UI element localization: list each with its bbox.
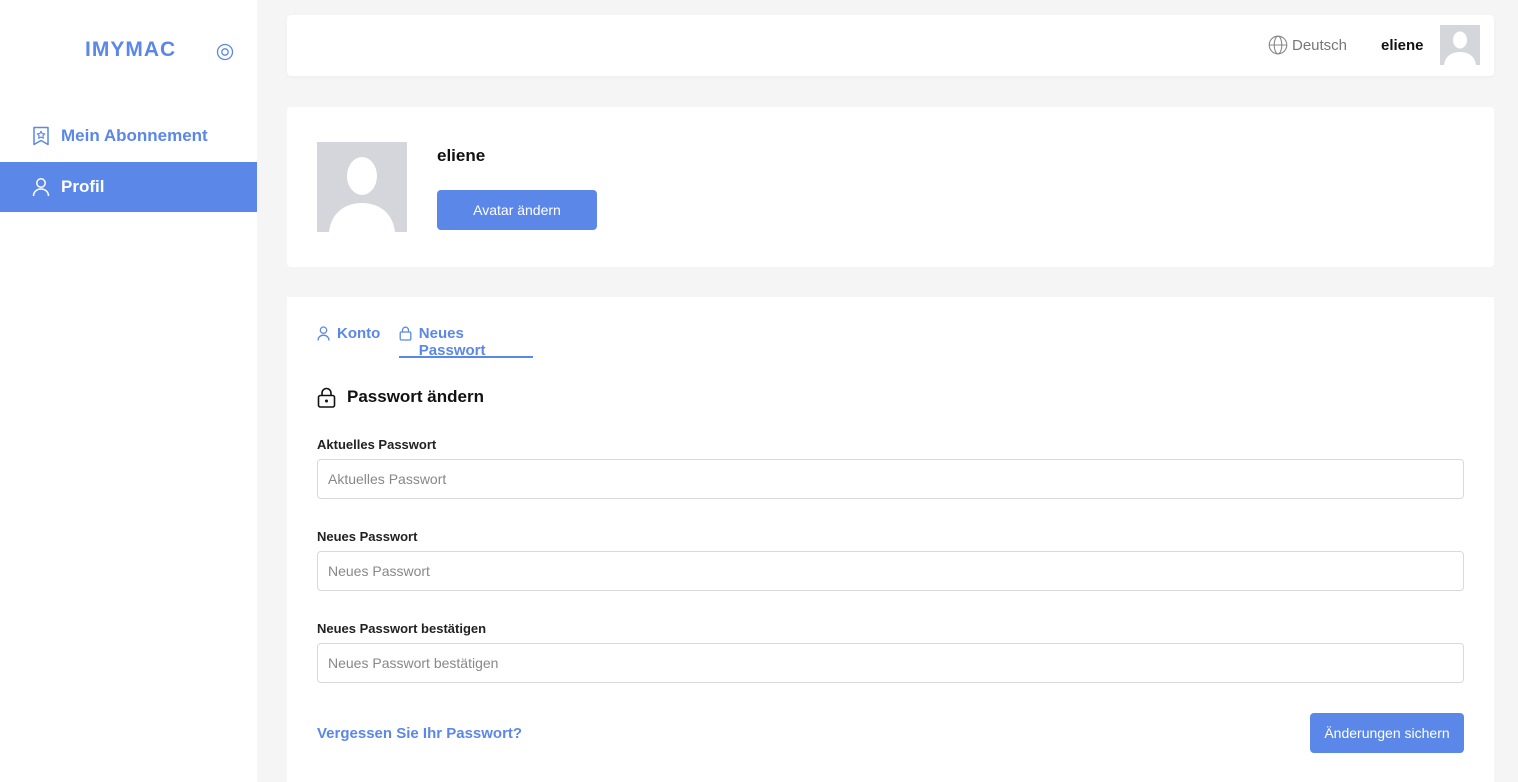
confirm-password-label: Neues Passwort bestätigen [317, 621, 487, 636]
current-password-input[interactable] [317, 459, 1464, 499]
new-password-input[interactable] [317, 551, 1464, 591]
change-avatar-button[interactable]: Avatar ändern [437, 190, 597, 230]
lock-icon [317, 386, 337, 408]
section-title-text: Passwort ändern [347, 387, 484, 406]
sidebar-item-mein-abonnement[interactable]: Mein Abonnement [0, 111, 257, 161]
new-password-label: Neues Passwort [317, 529, 418, 544]
sidebar: IMYMAC Mein Abonnement Profil [0, 0, 257, 782]
section-title: Passwort ändern [317, 386, 484, 408]
profile-avatar [317, 142, 407, 232]
avatar-placeholder-icon [1444, 31, 1476, 65]
language-selector[interactable]: Deutsch [1268, 35, 1347, 55]
globe-icon [1268, 35, 1288, 55]
avatar[interactable] [1440, 25, 1480, 65]
bookmark-star-icon [31, 126, 51, 146]
user-icon [317, 325, 331, 341]
tab-neues-passwort[interactable]: Neues Passwort [399, 325, 533, 359]
user-icon [31, 177, 51, 197]
header-username[interactable]: eliene [1381, 37, 1424, 54]
collapse-icon[interactable] [216, 43, 234, 61]
confirm-password-input[interactable] [317, 643, 1464, 683]
sidebar-item-profil[interactable]: Profil [0, 162, 257, 212]
tab-label: Konto [337, 325, 381, 342]
save-changes-button[interactable]: Änderungen sichern [1310, 713, 1464, 753]
avatar-placeholder-icon [329, 157, 395, 232]
password-form-card: Konto Neues Passwort Passwort ändern Akt… [287, 297, 1494, 782]
top-bar: Deutsch eliene [287, 15, 1494, 76]
profile-name: eliene [437, 146, 486, 165]
sidebar-item-label: Mein Abonnement [61, 126, 208, 145]
tab-label: Neues Passwort [418, 325, 486, 359]
tab-konto[interactable]: Konto [317, 325, 380, 358]
language-label: Deutsch [1292, 36, 1348, 54]
profile-card: eliene Avatar ändern [287, 107, 1494, 267]
logo[interactable]: IMYMAC [85, 38, 176, 62]
current-password-label: Aktuelles Passwort [317, 437, 437, 452]
lock-icon [399, 325, 413, 341]
forgot-password-link[interactable]: Vergessen Sie Ihr Passwort? [317, 725, 522, 742]
sidebar-item-label: Profil [61, 177, 105, 196]
